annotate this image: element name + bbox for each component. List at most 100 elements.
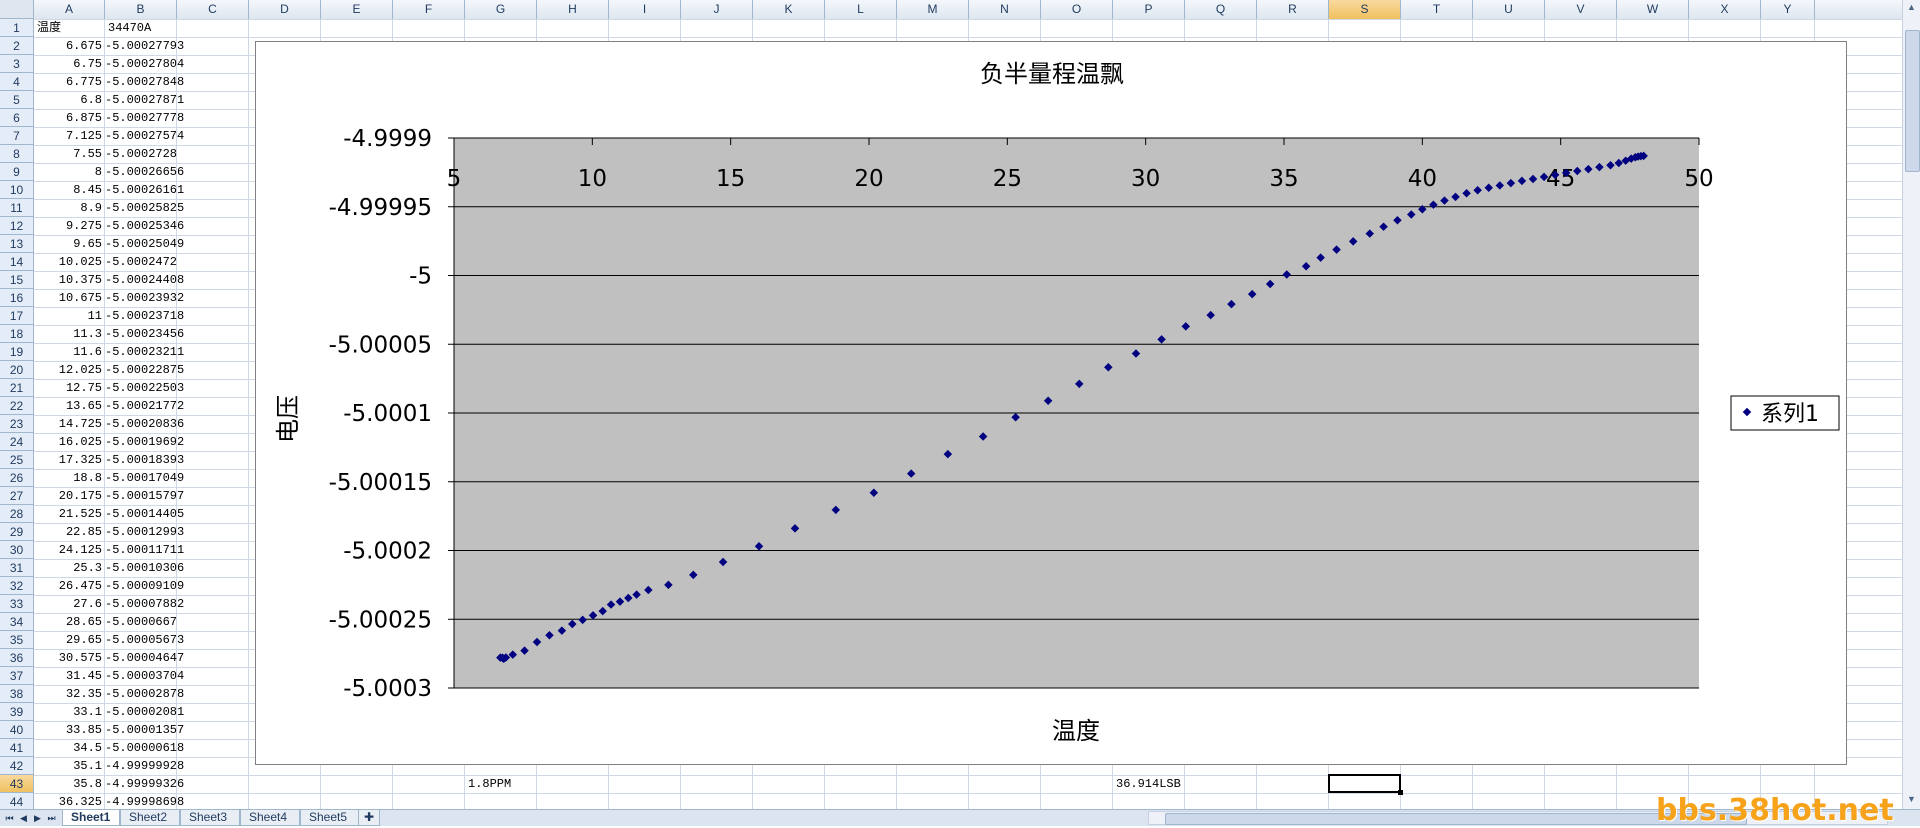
cell-b[interactable]: -5.00023718 [105, 307, 184, 325]
row-header[interactable]: 18 [0, 325, 33, 343]
row-header[interactable]: 7 [0, 127, 33, 145]
cell-a[interactable]: 33.85 [34, 721, 105, 739]
cell-b[interactable]: -4.99999928 [105, 757, 184, 775]
cell-b[interactable]: -5.00027848 [105, 73, 184, 91]
row-header[interactable]: 26 [0, 469, 33, 487]
column-header-w[interactable]: W [1617, 0, 1689, 19]
row-header[interactable]: 22 [0, 397, 33, 415]
vertical-scrollbar[interactable]: ▲ ▼ [1902, 0, 1920, 809]
row-header[interactable]: 25 [0, 451, 33, 469]
column-header-i[interactable]: I [609, 0, 681, 19]
scroll-down-icon[interactable]: ▼ [1906, 794, 1917, 806]
column-header-n[interactable]: N [969, 0, 1041, 19]
cell-a[interactable]: 7.55 [34, 145, 105, 163]
row-header[interactable]: 29 [0, 523, 33, 541]
sheet-tab-sheet1[interactable]: Sheet1 [62, 810, 120, 826]
active-cell[interactable] [1328, 774, 1401, 793]
cell-a[interactable]: 6.75 [34, 55, 105, 73]
cell-b[interactable]: -5.00001357 [105, 721, 184, 739]
column-header-j[interactable]: J [681, 0, 753, 19]
cell-b[interactable]: -5.0000667 [105, 613, 177, 631]
cell-a[interactable]: 36.325 [34, 793, 105, 809]
vertical-scroll-thumb[interactable] [1905, 30, 1920, 172]
cell-a[interactable]: 27.6 [34, 595, 105, 613]
cell-b[interactable]: -5.00021772 [105, 397, 184, 415]
row-header[interactable]: 42 [0, 757, 33, 775]
cell-b[interactable]: -5.00024408 [105, 271, 184, 289]
cell-b[interactable]: -5.00020836 [105, 415, 184, 433]
cell-a[interactable]: 31.45 [34, 667, 105, 685]
cell-a[interactable]: 9.65 [34, 235, 105, 253]
column-header-v[interactable]: V [1545, 0, 1617, 19]
last-sheet-icon[interactable]: ⏭ [45, 811, 58, 825]
scroll-up-icon[interactable]: ▲ [1906, 2, 1917, 14]
cell-a[interactable]: 22.85 [34, 523, 105, 541]
cell-b[interactable]: -5.00010306 [105, 559, 184, 577]
cell-b[interactable]: -5.00027778 [105, 109, 184, 127]
row-header[interactable]: 36 [0, 649, 33, 667]
cell-b[interactable]: -5.00025049 [105, 235, 184, 253]
cell-a[interactable]: 6.675 [34, 37, 105, 55]
cell-b[interactable]: -5.00025825 [105, 199, 184, 217]
cell-a[interactable]: 24.125 [34, 541, 105, 559]
cell-a[interactable]: 29.65 [34, 631, 105, 649]
cell-a[interactable]: 12.75 [34, 379, 105, 397]
cell-b[interactable]: -5.00019692 [105, 433, 184, 451]
cell-a[interactable]: 34.5 [34, 739, 105, 757]
column-header-c[interactable]: C [177, 0, 249, 19]
cell-a[interactable]: 13.65 [34, 397, 105, 415]
row-header[interactable]: 31 [0, 559, 33, 577]
row-header[interactable]: 33 [0, 595, 33, 613]
prev-sheet-icon[interactable]: ◀ [17, 811, 30, 825]
cell-b[interactable]: -5.00015797 [105, 487, 184, 505]
cell-a[interactable]: 11 [34, 307, 105, 325]
row-header[interactable]: 16 [0, 289, 33, 307]
column-header-o[interactable]: O [1041, 0, 1113, 19]
column-header-m[interactable]: M [897, 0, 969, 19]
sheet-tab-sheet3[interactable]: Sheet3 [180, 810, 240, 826]
column-header-p[interactable]: P [1113, 0, 1185, 19]
cell-b[interactable]: -4.99998698 [105, 793, 184, 809]
cell-b[interactable]: -5.00027804 [105, 55, 184, 73]
row-header[interactable]: 24 [0, 433, 33, 451]
fill-handle[interactable] [1398, 790, 1403, 795]
embedded-chart[interactable]: 负半量程温飘 -4.9999 -4.99995 -5 -5.00005 -5.0001-… [255, 41, 1847, 765]
row-header[interactable]: 19 [0, 343, 33, 361]
column-header-u[interactable]: U [1473, 0, 1545, 19]
row-header[interactable]: 10 [0, 181, 33, 199]
cell-b[interactable]: -5.00011711 [105, 541, 184, 559]
column-header-x[interactable]: X [1689, 0, 1761, 19]
cell-a[interactable]: 6.875 [34, 109, 105, 127]
column-header-b[interactable]: B [105, 0, 177, 19]
cell-a[interactable]: 12.025 [34, 361, 105, 379]
cell-a[interactable]: 35.8 [34, 775, 105, 793]
row-header[interactable]: 5 [0, 91, 33, 109]
cell-b[interactable]: -5.00023211 [105, 343, 184, 361]
row-header[interactable]: 15 [0, 271, 33, 289]
cell-b[interactable]: -5.0002728 [105, 145, 177, 163]
cell-a[interactable]: 25.3 [34, 559, 105, 577]
row-header[interactable]: 13 [0, 235, 33, 253]
cell-a[interactable]: 11.6 [34, 343, 105, 361]
row-header[interactable]: 1 [0, 19, 33, 37]
cell-a[interactable]: 7.125 [34, 127, 105, 145]
sheet-tab-sheet4[interactable]: Sheet4 [240, 810, 300, 826]
column-header-d[interactable]: D [249, 0, 321, 19]
cell-b[interactable]: -5.00009109 [105, 577, 184, 595]
column-header-g[interactable]: G [465, 0, 537, 19]
cell-b[interactable]: 34470A [105, 19, 180, 37]
row-header[interactable]: 28 [0, 505, 33, 523]
row-header[interactable]: 8 [0, 145, 33, 163]
cell-b[interactable]: -5.00014405 [105, 505, 184, 523]
cell-b[interactable]: -5.00027793 [105, 37, 184, 55]
column-header-s[interactable]: S [1329, 0, 1401, 19]
cell-a[interactable]: 11.3 [34, 325, 105, 343]
column-header-l[interactable]: L [825, 0, 897, 19]
cell-a[interactable]: 8.9 [34, 199, 105, 217]
row-header[interactable]: 37 [0, 667, 33, 685]
column-header-f[interactable]: F [393, 0, 465, 19]
column-header-t[interactable]: T [1401, 0, 1473, 19]
cell-a[interactable]: 10.025 [34, 253, 105, 271]
cell-a[interactable]: 6.8 [34, 91, 105, 109]
cell-a[interactable]: 20.175 [34, 487, 105, 505]
